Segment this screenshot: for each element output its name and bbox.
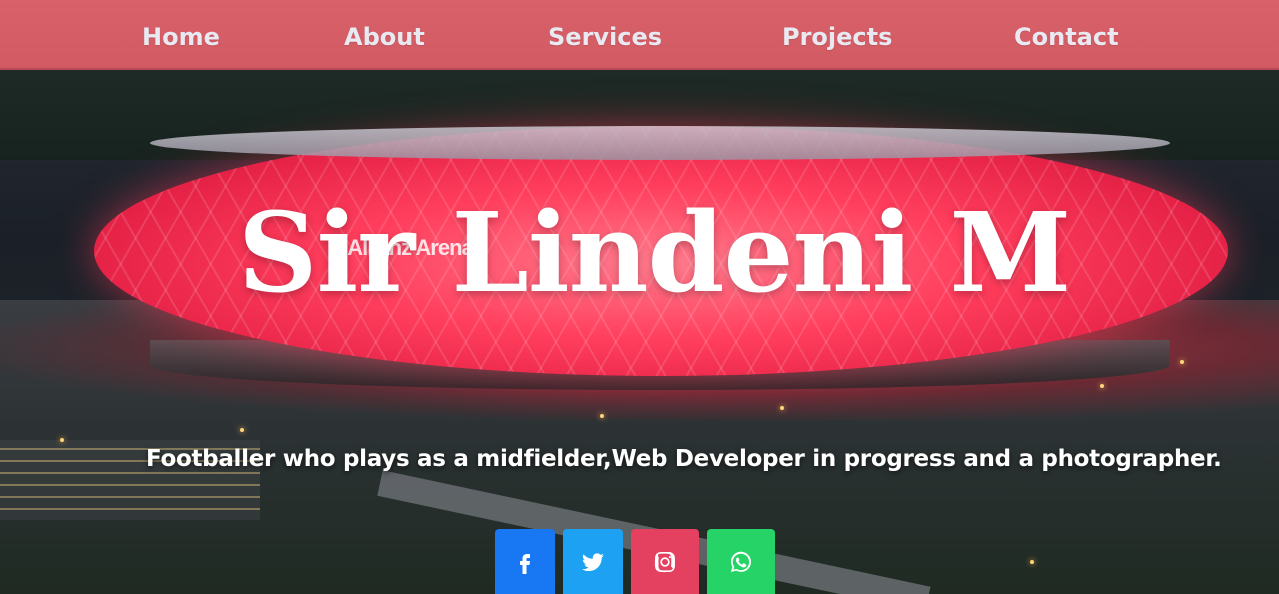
facebook-button[interactable] [495, 529, 555, 594]
nav-services[interactable]: Services [548, 20, 662, 54]
whatsapp-button[interactable] [707, 529, 775, 594]
instagram-button[interactable] [631, 529, 699, 594]
nav-about[interactable]: About [344, 20, 425, 54]
instagram-icon [654, 551, 675, 572]
nav-home[interactable]: Home [142, 20, 220, 54]
hero-subtitle: Footballer who plays as a midfielder,Web… [146, 446, 1222, 472]
twitter-icon [582, 552, 604, 571]
facebook-icon [520, 553, 530, 574]
stadium-roof [150, 126, 1170, 160]
twitter-button[interactable] [563, 529, 623, 594]
nav-contact[interactable]: Contact [1014, 20, 1119, 54]
hero-title: Sir Lindeni M [238, 188, 1071, 317]
social-links [495, 529, 775, 594]
navbar: Home About Services Projects Contact [0, 0, 1279, 70]
nav-projects[interactable]: Projects [782, 20, 892, 54]
whatsapp-icon [730, 551, 752, 572]
